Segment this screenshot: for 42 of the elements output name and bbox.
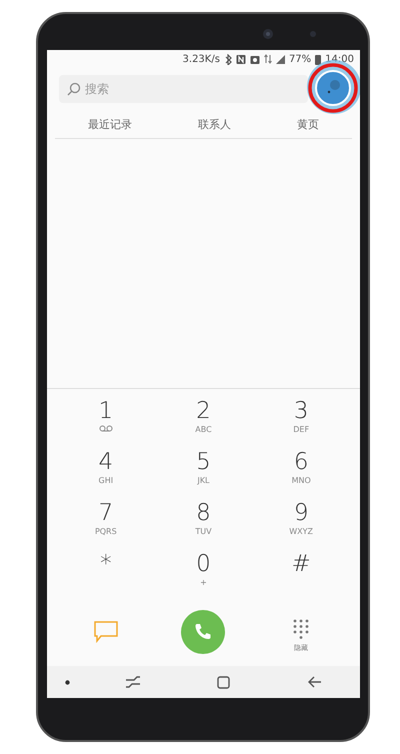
dial-key[interactable]: 7: [98, 499, 114, 527]
dial-key[interactable]: 1: [98, 397, 114, 425]
tab[interactable]: 黄页: [287, 114, 329, 134]
back-icon[interactable]: [308, 676, 322, 688]
key-letters: DEF: [293, 425, 310, 435]
dial-key[interactable]: 4: [98, 448, 114, 476]
dot-icon[interactable]: [64, 680, 70, 684]
dial-key[interactable]: 8: [196, 499, 211, 527]
recent-apps-icon[interactable]: [124, 676, 140, 688]
key-letters: MNO: [292, 476, 311, 486]
phone-icon: [193, 622, 214, 642]
key-letters: WXYZ: [289, 527, 314, 537]
nfc-icon: [236, 54, 246, 64]
bluetooth-icon: [224, 54, 232, 64]
network-speed: 3.23K/s: [182, 54, 220, 64]
home-icon[interactable]: [217, 676, 230, 688]
dial-key[interactable]: 6: [294, 448, 308, 476]
keypad-icon: [292, 618, 310, 640]
search-placeholder: 搜索: [85, 80, 109, 98]
key-letters: TUV: [195, 527, 212, 537]
key-letters: PQRS: [94, 527, 117, 537]
dial-key[interactable]: 3: [294, 397, 308, 425]
voicemail-icon: [98, 425, 113, 432]
dial-key[interactable]: *: [100, 550, 112, 578]
key-letters: ABC: [195, 425, 212, 435]
key-letters: GHI: [98, 476, 114, 486]
dial-key[interactable]: 9: [294, 499, 308, 527]
key-letters: JKL: [197, 476, 210, 486]
dial-key[interactable]: 5: [196, 448, 211, 476]
tab[interactable]: 最近记录: [78, 114, 142, 134]
tab[interactable]: 联系人: [188, 114, 241, 134]
search-icon: [67, 82, 81, 96]
clock: 14:00: [325, 54, 354, 64]
camera-icon: [250, 54, 260, 64]
battery-icon: [315, 54, 322, 64]
battery-percentage: 77%: [288, 54, 312, 64]
dial-key[interactable]: #: [292, 550, 311, 578]
signal-icon: [276, 54, 285, 64]
data-arrows-icon: [264, 54, 272, 64]
dial-key[interactable]: 2: [196, 397, 211, 425]
dial-key[interactable]: 0: [196, 550, 211, 578]
key-letters: +: [200, 578, 207, 588]
